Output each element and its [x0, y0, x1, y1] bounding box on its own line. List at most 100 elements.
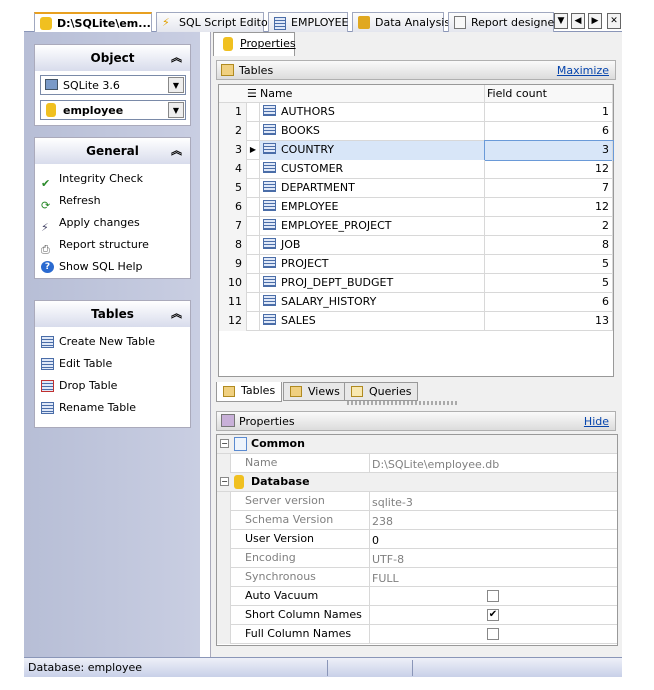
database-icon	[46, 103, 56, 117]
table-name-cell[interactable]: COUNTRY	[260, 141, 485, 160]
field-count-cell[interactable]: 6	[485, 293, 613, 312]
table-row[interactable]: 3 ▶ COUNTRY 3	[219, 140, 614, 161]
field-count-cell[interactable]: 8	[485, 236, 613, 255]
table-row[interactable]: 2 BOOKS 6	[219, 122, 613, 141]
table-row[interactable]: 12 SALES 13	[219, 312, 613, 331]
field-count-cell[interactable]: 13	[485, 312, 613, 331]
field-count-cell[interactable]: 3	[484, 140, 614, 161]
property-value[interactable]: UTF-8	[370, 549, 617, 568]
maximize-link[interactable]: Maximize	[557, 64, 609, 77]
table-name-cell[interactable]: CUSTOMER	[260, 160, 485, 179]
table-name-cell[interactable]: EMPLOYEE	[260, 198, 485, 217]
show-sql-help-link[interactable]: ? Show SQL Help	[35, 256, 190, 278]
row-indicator	[247, 255, 260, 274]
property-value[interactable]: sqlite-3	[370, 492, 617, 511]
chevron-down-icon[interactable]: ▼	[168, 77, 184, 93]
table-row[interactable]: 7 EMPLOYEE_PROJECT 2	[219, 217, 613, 236]
property-value[interactable]: 0	[370, 530, 617, 549]
table-name-cell[interactable]: AUTHORS	[260, 103, 485, 122]
field-count-cell[interactable]: 5	[485, 255, 613, 274]
column-header-name[interactable]: Name	[260, 85, 485, 103]
scroll-right-button[interactable]: ▶	[588, 13, 602, 29]
collapse-icon[interactable]: ︽	[171, 45, 182, 71]
collapse-icon[interactable]: ︽	[171, 138, 182, 164]
row-indicator	[247, 312, 260, 331]
properties-bar: Properties Hide	[216, 411, 616, 431]
property-value[interactable]: D:\SQLite\employee.db	[370, 454, 617, 473]
sql-script-icon: ⚡	[162, 16, 170, 29]
table-name-cell[interactable]: JOB	[260, 236, 485, 255]
edit-table-link[interactable]: Edit Table	[35, 353, 190, 375]
tab-employee[interactable]: EMPLOYEE	[268, 12, 349, 32]
row-number: 5	[219, 179, 247, 198]
property-value[interactable]	[370, 587, 617, 606]
property-value[interactable]	[370, 625, 617, 644]
collapse-icon[interactable]: −	[220, 477, 229, 486]
table-name-cell[interactable]: EMPLOYEE_PROJECT	[260, 217, 485, 236]
create-new-table-link[interactable]: Create New Table	[35, 331, 190, 353]
collapse-icon[interactable]: ︽	[171, 301, 182, 327]
property-value[interactable]: 238	[370, 511, 617, 530]
table-row[interactable]: 5 DEPARTMENT 7	[219, 179, 613, 198]
tab-database[interactable]: D:\SQLite\em...	[34, 12, 152, 32]
field-count-cell[interactable]: 6	[485, 122, 613, 141]
tab-queries[interactable]: Queries	[344, 382, 419, 401]
tables-grid: ☰ Name Field count 1 AUTHORS 12 BOOKS 63…	[218, 84, 614, 377]
property-checkbox[interactable]	[487, 628, 499, 640]
table-name-cell[interactable]: SALARY_HISTORY	[260, 293, 485, 312]
table-icon	[263, 181, 276, 192]
tab-report-designer[interactable]: Report designer	[448, 12, 559, 32]
table-row[interactable]: 1 AUTHORS 1	[219, 103, 613, 122]
table-name-cell[interactable]: BOOKS	[260, 122, 485, 141]
table-icon	[263, 162, 276, 173]
hide-link[interactable]: Hide	[584, 415, 609, 428]
tab-views[interactable]: Views	[283, 382, 347, 401]
integrity-check-link[interactable]: ✔ Integrity Check	[35, 168, 190, 190]
property-value[interactable]: FULL	[370, 568, 617, 587]
field-count-cell[interactable]: 12	[485, 198, 613, 217]
chevron-down-icon[interactable]: ▼	[168, 102, 184, 118]
scroll-left-button[interactable]: ◀	[571, 13, 585, 29]
table-row[interactable]: 10 PROJ_DEPT_BUDGET 5	[219, 274, 613, 293]
table-name-cell[interactable]: PROJ_DEPT_BUDGET	[260, 274, 485, 293]
apply-changes-link[interactable]: ⚡ Apply changes	[35, 212, 190, 234]
column-chooser-icon[interactable]: ☰	[247, 85, 260, 104]
table-name-cell[interactable]: DEPARTMENT	[260, 179, 485, 198]
refresh-link[interactable]: ⟳ Refresh	[35, 190, 190, 212]
table-row[interactable]: 6 EMPLOYEE 12	[219, 198, 613, 217]
database-select[interactable]: employee ▼	[40, 100, 186, 120]
server-select[interactable]: SQLite 3.6 ▼	[40, 75, 186, 95]
tab-list-button[interactable]: ▼	[554, 13, 568, 29]
splitter[interactable]	[347, 401, 457, 405]
close-tab-button[interactable]: ✕	[607, 13, 621, 29]
tab-properties[interactable]: Properties	[213, 32, 296, 56]
field-count-cell[interactable]: 1	[485, 103, 613, 122]
row-indicator	[247, 198, 260, 217]
row-number: 6	[219, 198, 247, 217]
rename-table-link[interactable]: Rename Table	[35, 397, 190, 419]
column-header-field-count[interactable]: Field count	[485, 85, 613, 103]
table-row[interactable]: 9 PROJECT 5	[219, 255, 613, 274]
field-count-cell[interactable]: 2	[485, 217, 613, 236]
drop-table-link[interactable]: Drop Table	[35, 375, 190, 397]
property-checkbox[interactable]	[487, 590, 499, 602]
table-row[interactable]: 8 JOB 8	[219, 236, 613, 255]
table-row[interactable]: 4 CUSTOMER 12	[219, 160, 613, 179]
printer-icon: ⎙	[41, 243, 50, 256]
collapse-icon[interactable]: −	[220, 439, 229, 448]
table-name-cell[interactable]: SALES	[260, 312, 485, 331]
row-number: 9	[219, 255, 247, 274]
table-row[interactable]: 11 SALARY_HISTORY 6	[219, 293, 613, 312]
field-count-cell[interactable]: 5	[485, 274, 613, 293]
property-value[interactable]: ✔	[370, 606, 617, 625]
field-count-cell[interactable]: 12	[485, 160, 613, 179]
property-checkbox[interactable]: ✔	[487, 609, 499, 621]
report-structure-link[interactable]: ⎙ Report structure	[35, 234, 190, 256]
tab-tables[interactable]: Tables	[216, 382, 283, 402]
row-number: 10	[219, 274, 247, 293]
field-count-cell[interactable]: 7	[485, 179, 613, 198]
tab-sql-script-editor[interactable]: ⚡ SQL Script Editor	[156, 12, 272, 32]
general-panel: General ︽ ✔ Integrity Check ⟳ Refresh ⚡ Appl…	[34, 137, 191, 279]
tab-data-analysis[interactable]: Data Analysis	[352, 12, 450, 32]
table-name-cell[interactable]: PROJECT	[260, 255, 485, 274]
